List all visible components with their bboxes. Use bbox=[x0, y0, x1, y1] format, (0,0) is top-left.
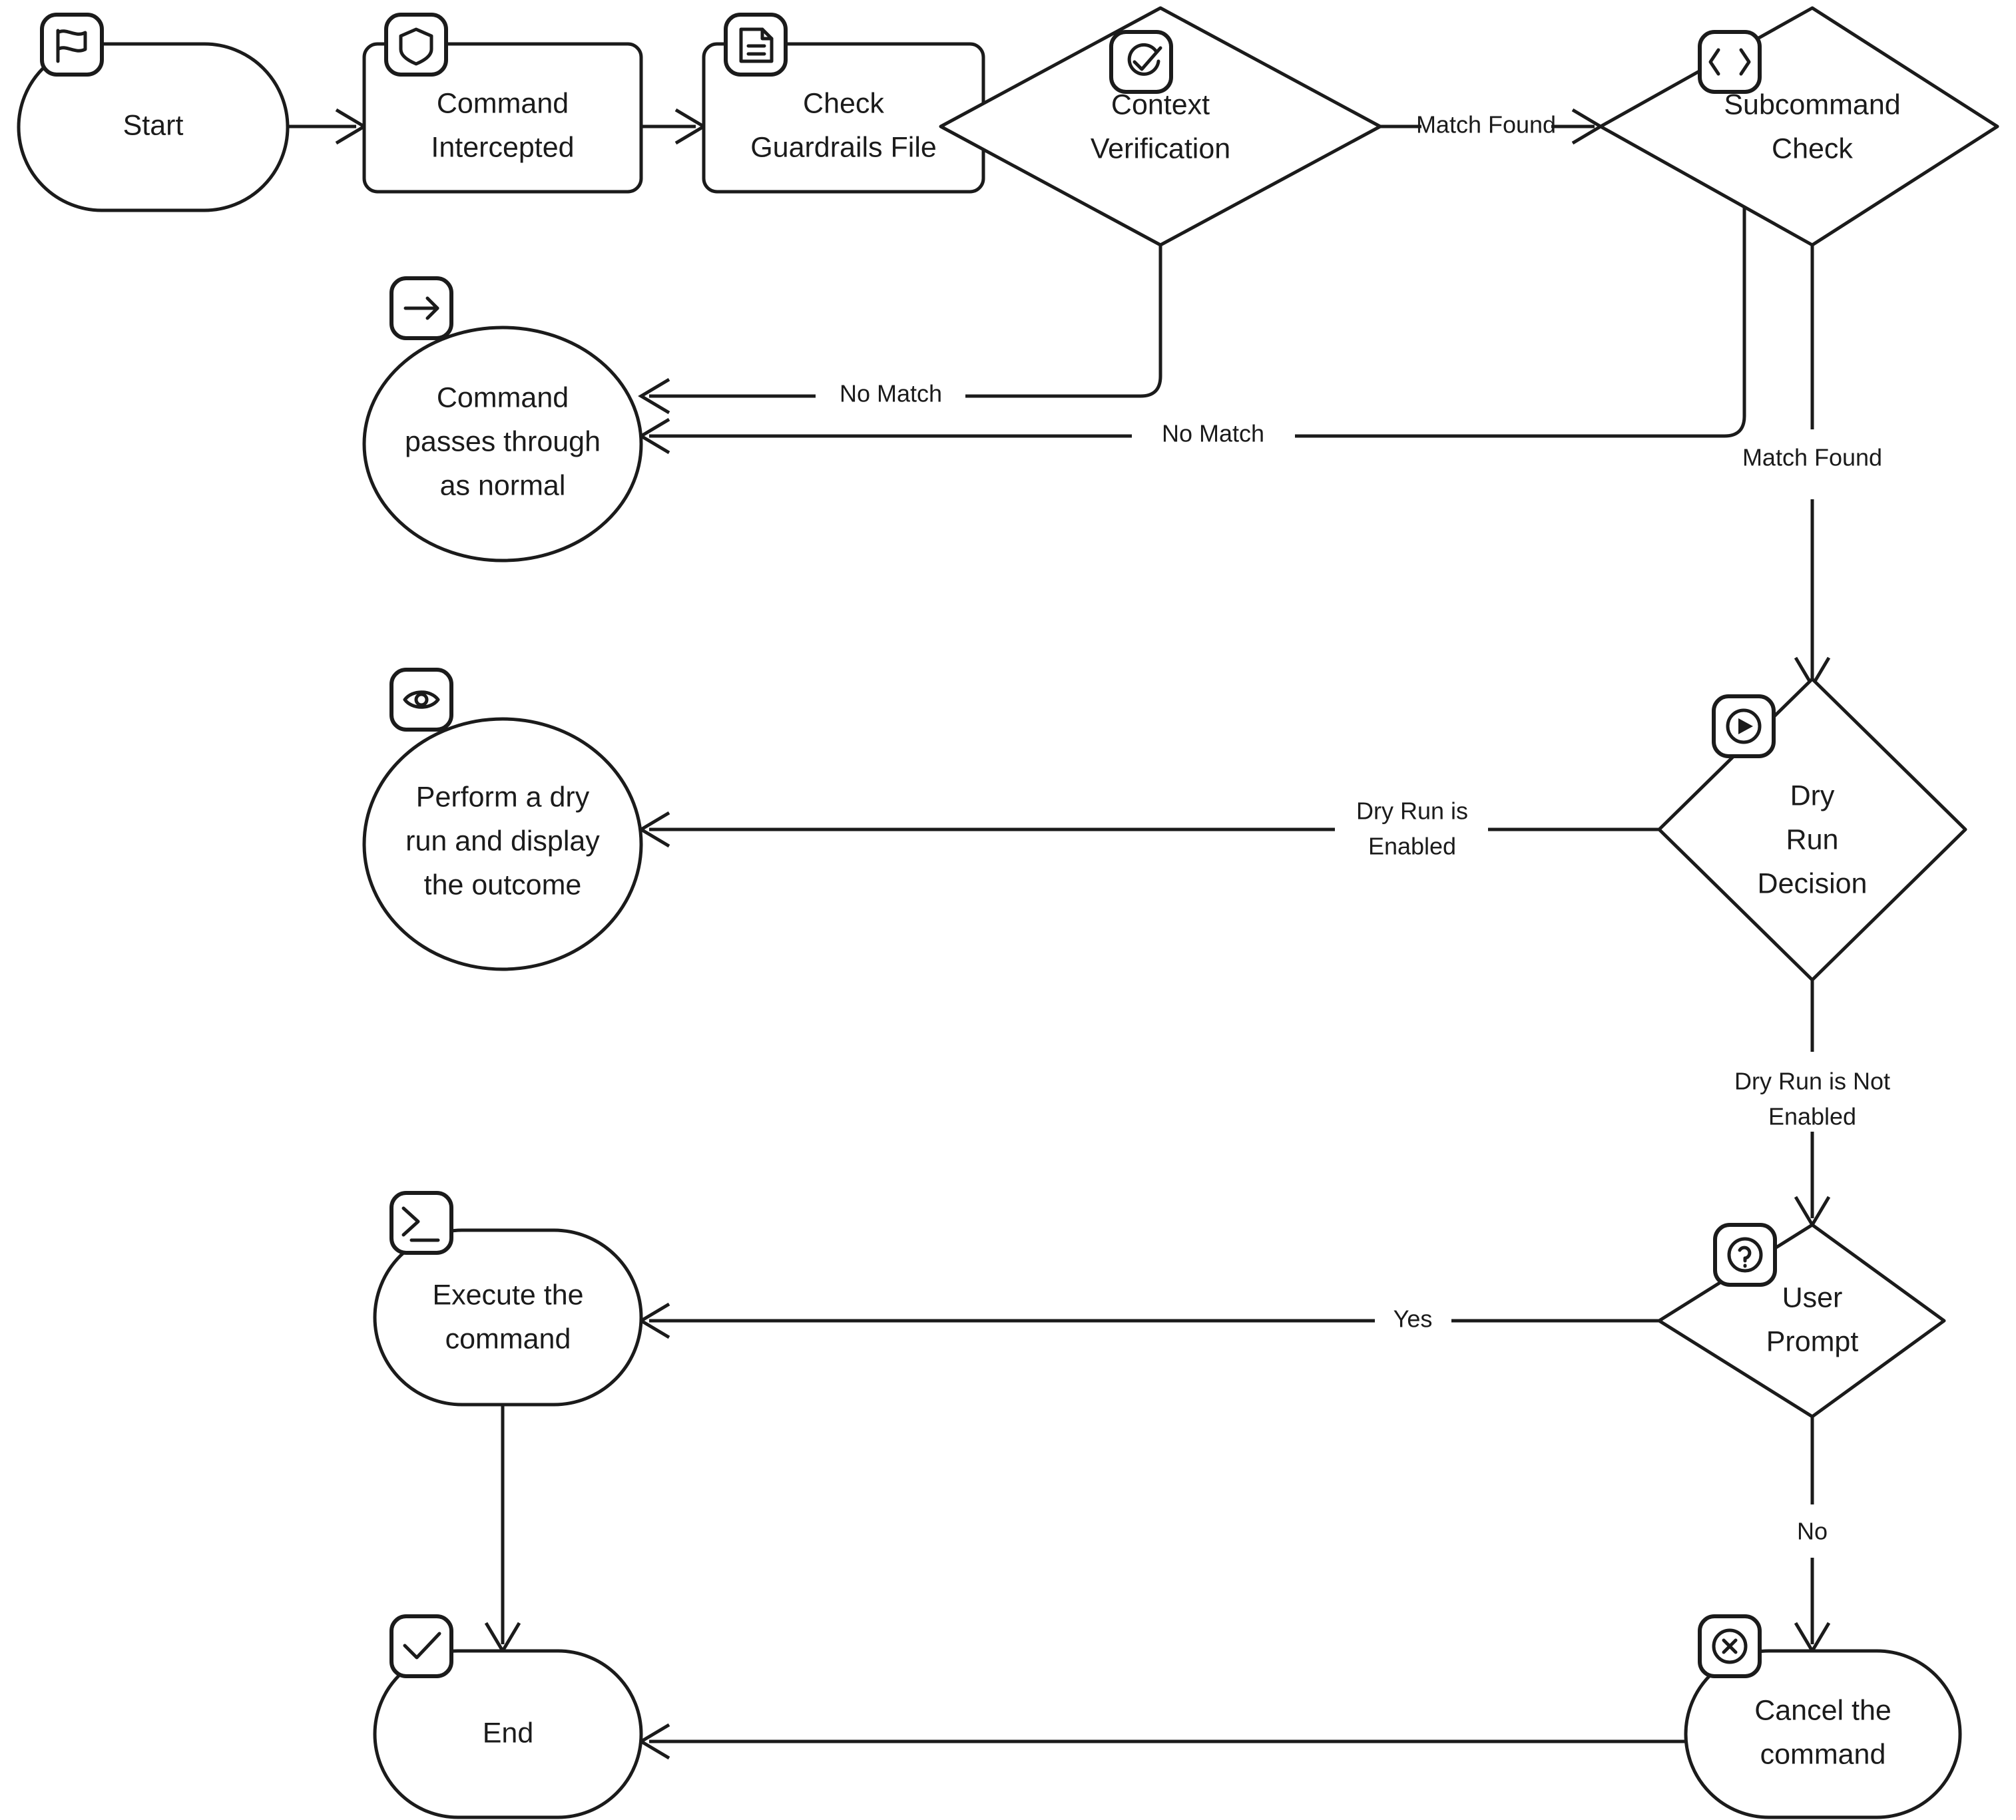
node-context-verification[interactable]: Context Verification bbox=[939, 6, 1382, 247]
check-circle-icon bbox=[1109, 30, 1173, 94]
check-icon bbox=[389, 1614, 453, 1678]
flowchart-canvas: Match Found No Match No Match Match Foun… bbox=[0, 0, 2016, 1820]
edge-execute-to-end bbox=[484, 1405, 521, 1654]
node-end-label: End bbox=[483, 1717, 534, 1749]
edge-label-dryrun-enabled-line1: Dry Run is bbox=[1356, 797, 1468, 825]
node-dry-run-decision[interactable]: Dry Run Decision bbox=[1657, 677, 1967, 982]
edge-intercepted-to-guardrails bbox=[641, 108, 707, 145]
edge-start-to-intercepted bbox=[288, 108, 368, 145]
edge-label-no: No bbox=[1797, 1518, 1828, 1545]
node-dry-run-decision-label-line3: Decision bbox=[1758, 867, 1868, 899]
node-execute-command-label-line2: command bbox=[445, 1323, 571, 1355]
node-command-intercepted-label-line2: Intercepted bbox=[431, 131, 574, 163]
node-command-passes-through-label-line3: as normal bbox=[440, 469, 566, 501]
arrow-right-icon bbox=[389, 276, 453, 340]
node-context-verification-label-line2: Verification bbox=[1091, 132, 1230, 164]
edge-line-right bbox=[1295, 188, 1746, 438]
node-subcommand-check-label-line1: Subcommand bbox=[1724, 89, 1900, 120]
code-brackets-icon bbox=[1698, 30, 1762, 94]
edge-context-to-subcommand: Match Found bbox=[1380, 108, 1604, 145]
edge-subcommand-to-dryrundec: Match Found bbox=[1742, 188, 1882, 689]
edge-label-yes: Yes bbox=[1393, 1305, 1433, 1333]
edge-label-dryrun-not-enabled-line1: Dry Run is Not bbox=[1734, 1068, 1890, 1095]
node-start-label: Start bbox=[123, 109, 184, 141]
question-circle-icon bbox=[1713, 1223, 1777, 1287]
play-circle-icon bbox=[1712, 694, 1776, 758]
edge-dryrundec-to-dryrunact: Dry Run is Enabled bbox=[638, 797, 1659, 860]
edge-label-dryrun-not-enabled-line2: Enabled bbox=[1768, 1103, 1856, 1130]
node-end[interactable]: End bbox=[373, 1614, 643, 1819]
node-perform-dry-run-label-line2: run and display bbox=[405, 825, 600, 857]
node-check-guardrails-file[interactable]: Check Guardrails File bbox=[702, 13, 985, 194]
node-user-prompt-shape bbox=[1657, 1223, 1946, 1419]
node-command-passes-through-label-line1: Command bbox=[437, 381, 569, 413]
shield-icon bbox=[384, 13, 448, 77]
node-command-passes-through-label-line2: passes through bbox=[405, 425, 601, 457]
flag-icon bbox=[40, 13, 104, 77]
x-circle-icon bbox=[1698, 1614, 1762, 1678]
node-user-prompt[interactable]: User Prompt bbox=[1657, 1223, 1946, 1419]
node-command-intercepted[interactable]: Command Intercepted bbox=[362, 13, 643, 194]
flowchart-svg: Match Found No Match No Match Match Foun… bbox=[17, 6, 1999, 1819]
node-user-prompt-label-line1: User bbox=[1782, 1281, 1843, 1313]
node-check-guardrails-file-label-line1: Check bbox=[803, 87, 884, 119]
edge-label-no-match-1: No Match bbox=[840, 380, 942, 407]
edge-label-match-found-2: Match Found bbox=[1742, 444, 1882, 471]
node-execute-command-label-line1: Execute the bbox=[432, 1279, 583, 1311]
terminal-icon bbox=[389, 1191, 453, 1255]
edge-label-match-found-1: Match Found bbox=[1416, 111, 1556, 138]
edge-userprompt-to-cancel: No bbox=[1794, 1395, 1831, 1654]
node-execute-command-shape bbox=[373, 1228, 643, 1407]
node-cancel-command-label-line1: Cancel the bbox=[1754, 1694, 1891, 1726]
edge-label-no-match-2: No Match bbox=[1162, 420, 1264, 447]
node-command-passes-through[interactable]: Command passes through as normal bbox=[362, 276, 643, 563]
node-cancel-command-label-line2: command bbox=[1760, 1738, 1886, 1770]
node-dry-run-decision-label-line1: Dry bbox=[1790, 780, 1835, 811]
edge-userprompt-to-execute: Yes bbox=[638, 1302, 1659, 1339]
node-subcommand-check[interactable]: Subcommand Check bbox=[1599, 6, 1999, 247]
node-command-intercepted-label-line1: Command bbox=[437, 87, 569, 119]
edge-context-to-passthrough: No Match bbox=[638, 188, 1162, 415]
node-perform-dry-run-label-line1: Perform a dry bbox=[416, 781, 590, 813]
node-cancel-command[interactable]: Cancel the command bbox=[1684, 1614, 1962, 1819]
edge-label-dryrun-enabled-line2: Enabled bbox=[1368, 833, 1456, 860]
node-dry-run-decision-label-line2: Run bbox=[1786, 823, 1839, 855]
document-icon bbox=[724, 13, 788, 77]
node-user-prompt-label-line2: Prompt bbox=[1766, 1325, 1859, 1357]
node-subcommand-check-label-line2: Check bbox=[1772, 132, 1853, 164]
node-start[interactable]: Start bbox=[17, 13, 290, 212]
eye-icon bbox=[389, 668, 453, 732]
node-perform-dry-run-label-line3: the outcome bbox=[424, 869, 582, 901]
node-subcommand-check-shape bbox=[1599, 6, 1999, 247]
node-execute-command[interactable]: Execute the command bbox=[373, 1191, 643, 1407]
edge-dryrundec-to-userprompt: Dry Run is Not Enabled bbox=[1734, 980, 1890, 1228]
node-perform-dry-run[interactable]: Perform a dry run and display the outcom… bbox=[362, 668, 643, 971]
edge-cancel-to-end bbox=[638, 1723, 1686, 1760]
node-check-guardrails-file-label-line2: Guardrails File bbox=[750, 131, 937, 163]
